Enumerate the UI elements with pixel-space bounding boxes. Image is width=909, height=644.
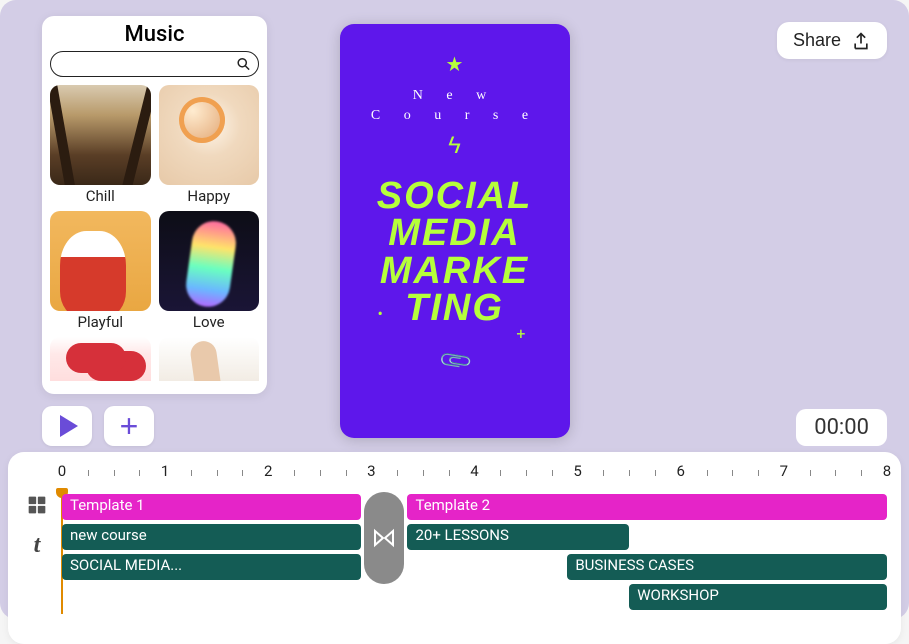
timeline-clip[interactable]: SOCIAL MEDIA... — [62, 554, 361, 580]
app-frame: Music Chill Happy Playful — [0, 0, 909, 619]
ruler-minor-tick — [707, 470, 708, 476]
share-button-label: Share — [793, 30, 841, 51]
editor-stage: Music Chill Happy Playful — [8, 8, 901, 448]
music-thumb — [50, 85, 151, 185]
ruler-minor-tick — [655, 470, 656, 476]
star-icon: ★ — [446, 52, 464, 76]
transition-node[interactable] — [364, 492, 404, 584]
timeline-clip[interactable]: Template 2 — [407, 494, 887, 520]
time-display: 00:00 — [796, 409, 887, 446]
ruler-minor-tick — [320, 470, 321, 476]
search-icon — [236, 57, 251, 72]
ruler-label: 6 — [677, 462, 685, 480]
ruler-label: 1 — [161, 462, 169, 480]
ruler-minor-tick — [629, 470, 630, 476]
add-button[interactable]: + — [104, 406, 154, 446]
canvas-preview[interactable]: ★ N e w C o u r s e ϟ SOCIAL MEDIA MARKE… — [340, 24, 570, 438]
ruler-label: 7 — [780, 462, 788, 480]
music-category-grid: Chill Happy Playful Love — [50, 85, 259, 381]
ruler-label: 3 — [367, 462, 375, 480]
music-search — [50, 51, 259, 77]
play-icon — [60, 415, 78, 437]
music-thumb — [159, 211, 260, 311]
music-category-extra[interactable] — [159, 337, 260, 381]
canvas-headline: SOCIAL MEDIA MARKE TING — [340, 178, 570, 327]
timeline-tracks: Template 1 Template 2 new course 20+ LESSON… — [62, 494, 887, 618]
text-track-icon[interactable]: t — [26, 534, 48, 556]
music-category-love[interactable]: Love — [159, 211, 260, 331]
timeline-panel: t 0 1 2 3 4 5 6 7 8 Template 1 Template 2 new cour… — [8, 452, 901, 644]
music-panel: Music Chill Happy Playful — [42, 16, 267, 394]
ruler-minor-tick — [139, 470, 140, 476]
share-button[interactable]: Share — [777, 22, 887, 59]
music-thumb — [159, 337, 260, 381]
ruler-minor-tick — [603, 470, 604, 476]
template-track-icon[interactable] — [26, 494, 48, 516]
timeline-clip[interactable]: Template 1 — [62, 494, 361, 520]
timeline-track-icons: t — [22, 462, 52, 618]
ruler-minor-tick — [242, 470, 243, 476]
ruler-minor-tick — [861, 470, 862, 476]
ruler-minor-tick — [835, 470, 836, 476]
ruler-minor-tick — [758, 470, 759, 476]
music-category-label: Playful — [50, 313, 151, 331]
bolt-icon: ϟ — [448, 131, 461, 160]
timeline-clip[interactable]: new course — [62, 524, 361, 550]
music-panel-title: Music — [50, 22, 259, 47]
music-thumb — [159, 85, 260, 185]
paperclip-icon: 📎 — [436, 341, 473, 378]
timeline-ruler[interactable]: 012345678 — [62, 462, 887, 488]
ruler-minor-tick — [217, 470, 218, 476]
ruler-minor-tick — [810, 470, 811, 476]
music-category-label: Love — [159, 313, 260, 331]
ruler-label: 0 — [58, 462, 66, 480]
music-category-extra[interactable] — [50, 337, 151, 381]
music-thumb — [50, 337, 151, 381]
ruler-minor-tick — [500, 470, 501, 476]
ruler-minor-tick — [88, 470, 89, 476]
ruler-minor-tick — [346, 470, 347, 476]
ruler-label: 8 — [883, 462, 891, 480]
ruler-label: 4 — [470, 462, 478, 480]
sparkle-icon: • — [378, 304, 383, 323]
music-thumb — [50, 211, 151, 311]
plus-icon: + — [516, 324, 525, 343]
timeline-clip[interactable]: BUSINESS CASES — [567, 554, 887, 580]
music-category-chill[interactable]: Chill — [50, 85, 151, 205]
ruler-label: 2 — [264, 462, 272, 480]
ruler-label: 5 — [573, 462, 581, 480]
ruler-minor-tick — [423, 470, 424, 476]
ruler-minor-tick — [397, 470, 398, 476]
music-category-playful[interactable]: Playful — [50, 211, 151, 331]
ruler-minor-tick — [552, 470, 553, 476]
music-search-input[interactable] — [50, 51, 259, 77]
transition-icon — [372, 526, 396, 550]
ruler-minor-tick — [114, 470, 115, 476]
plus-icon: + — [120, 410, 139, 442]
music-category-label: Happy — [159, 187, 260, 205]
ruler-minor-tick — [526, 470, 527, 476]
ruler-minor-tick — [294, 470, 295, 476]
ruler-minor-tick — [191, 470, 192, 476]
timeline-clip[interactable]: WORKSHOP — [629, 584, 887, 610]
ruler-minor-tick — [449, 470, 450, 476]
canvas-subtitle: N e w C o u r s e — [371, 86, 538, 125]
upload-icon — [851, 31, 871, 51]
timeline-clip[interactable]: 20+ LESSONS — [407, 524, 629, 550]
timeline-main[interactable]: 012345678 Template 1Template 2new course… — [62, 462, 887, 618]
music-category-label: Chill — [50, 187, 151, 205]
ruler-minor-tick — [732, 470, 733, 476]
play-button[interactable] — [42, 406, 92, 446]
music-category-happy[interactable]: Happy — [159, 85, 260, 205]
